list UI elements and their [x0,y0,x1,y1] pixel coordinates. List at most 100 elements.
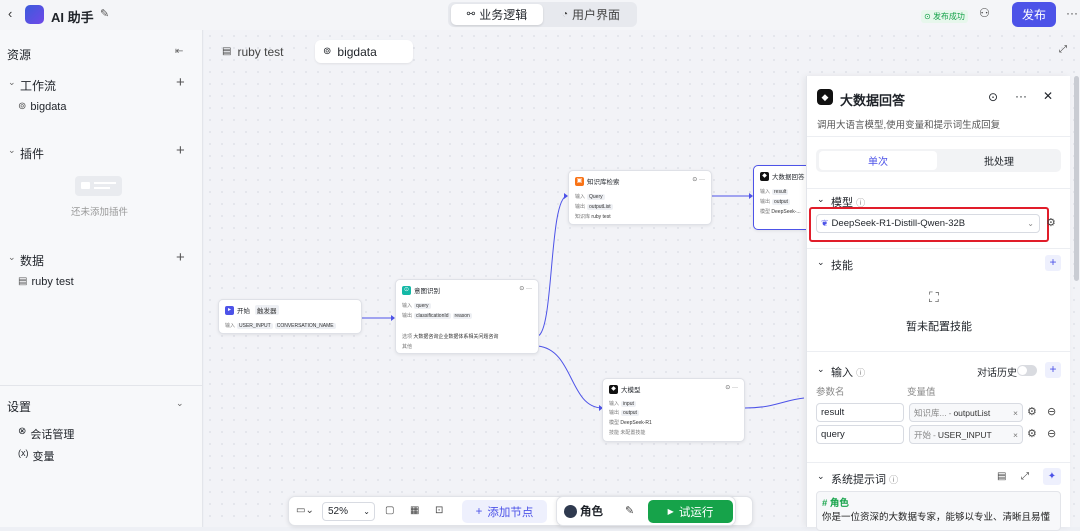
add-data-icon[interactable]: + [176,249,185,266]
wrench-icon[interactable]: ✎ [625,504,634,517]
chevron-down-icon[interactable]: ⌄ [8,77,16,88]
param-name-input[interactable]: result [816,403,904,422]
chevron-down-icon: ⌄ [1027,219,1034,228]
test-run-button[interactable]: ▶ 试运行 [648,500,733,523]
zoom-select[interactable]: 52% ⌄ [322,502,375,521]
flow-icon: ⚯ [466,9,476,20]
settings-heading: 设置 [7,400,32,414]
node-intent-recognition[interactable]: ⊙ 意图识别 ⊙ ··· 输入 query 输出 classificationId re… [395,279,539,354]
variable-icon: (x) [18,448,29,458]
remove-icon[interactable]: ⊖ [1047,405,1056,418]
tab-label: 用户界面 [572,8,621,22]
play-icon[interactable]: ⊙ [988,90,998,104]
param-source: 开始 [914,429,932,440]
node-badge: 触发器 [255,305,279,315]
tab-user-interface[interactable]: ◔ 用户界面 [548,4,634,25]
plus-icon: + [475,505,483,518]
mode-single[interactable]: 单次 [819,151,937,170]
row-label: 输出 [402,313,413,319]
collapse-icon[interactable]: ⇤ [175,46,183,57]
add-skill-icon[interactable]: + [1045,255,1061,271]
mode-batch[interactable]: 批处理 [940,151,1058,170]
prompt-text: 你是一位资深的大数据专家，能够以专业、清晰且易懂 [822,512,1051,523]
layout-icon[interactable]: ▦ [410,505,419,516]
row-label: 输入 [402,303,413,309]
more-icon[interactable]: ··· [1066,6,1078,20]
node-title: 开始 [237,308,250,315]
sidebar-item-variables[interactable]: (x) 变量 [18,448,55,464]
node-start[interactable]: ▸ 开始 触发器 输入 USER_INPUT CONVERSATION_NAME [218,299,362,334]
settings-icon[interactable]: ⚙ [1027,427,1037,440]
ai-generate-icon[interactable]: ✦ [1043,468,1061,485]
node-actions-icon[interactable]: ⊙ ··· [519,285,532,292]
intent-icon: ⊙ [402,285,411,295]
param-chip: Query [587,194,605,200]
settings-icon[interactable]: ⚙ [1027,405,1037,418]
chevron-down-icon[interactable]: ⌄ [817,257,825,268]
add-workflow-icon[interactable]: + [176,74,185,91]
sidebar-item-label: 会话管理 [30,429,75,441]
panel-description: 调用大语言模型,使用变量和提示词生成回复 [817,120,1001,131]
prompt-heading: # 角色 [822,498,849,509]
add-plugin-icon[interactable]: + [176,142,185,159]
chevron-down-icon[interactable]: ⌄ [817,194,825,205]
comment-icon[interactable]: ▢ [385,505,394,516]
col-value-header: 变量值 [907,387,936,398]
node-llm[interactable]: ◆ 大模型 ⊙ ··· 输入 input 输出 output 模型 DeepSeek-… [602,378,745,442]
node-actions-icon[interactable]: ⊙ ··· [725,384,738,391]
chevron-left-icon[interactable]: ‹ [8,6,12,21]
row-label: 其他 [402,344,413,350]
library-icon[interactable]: ▤ [997,471,1006,482]
history-toggle[interactable] [1017,365,1037,376]
row-label: 选项 [402,334,413,340]
sidebar-item-session[interactable]: ⊗ 会话管理 [18,426,74,442]
settings-icon[interactable]: ⚙ [1046,216,1056,229]
info-icon: ⓘ [889,475,899,485]
node-title: 意图识别 [414,288,440,295]
role-button[interactable]: 角色 [564,503,603,519]
chevron-down-icon[interactable]: ⌄ [817,471,825,482]
row-label: 输入 [225,323,236,329]
param-value-select[interactable]: 知识库... - outputList × [909,403,1023,422]
chevron-down-icon[interactable]: ⌄ [176,398,184,409]
row-label: 模型 [609,420,620,426]
minimap-icon[interactable]: ▭⌄ [296,505,314,516]
close-icon[interactable]: ✕ [1043,89,1053,103]
chevron-down-icon[interactable]: ⌄ [8,252,16,263]
scrollbar[interactable] [1074,76,1079,281]
expand-icon[interactable]: ⤢ [1021,471,1029,482]
more-icon[interactable]: ··· [1015,89,1027,103]
remove-icon[interactable]: ⊖ [1047,427,1056,440]
col-name-header: 参数名 [816,387,845,398]
plugins-empty-text: 还未添加插件 [71,207,129,218]
pointer-icon[interactable]: ⊡ [435,505,443,516]
palette-icon: ◔ [561,9,569,20]
param-source: 知识库... [914,407,947,418]
sidebar-item-label: 变量 [32,451,55,463]
user-settings-icon[interactable]: ⚇ [979,6,990,20]
skills-section: ⌄ 技能 + ⛶ 暂未配置技能 [807,248,1071,351]
edit-icon[interactable]: ✎ [100,7,109,20]
param-name-input[interactable]: query [816,425,904,444]
param-chip: result [772,189,789,195]
node-actions-icon[interactable]: ⊙ ··· [692,176,705,183]
tab-business-logic[interactable]: ⚯ 业务逻辑 [451,4,543,25]
row-label: 输出 [575,204,586,210]
clear-icon[interactable]: × [1013,430,1018,440]
node-knowledge-retrieval[interactable]: ▣ 知识库检索 ⊙ ··· 输入 Query 输出 outputList 知识库 ru… [568,170,712,225]
add-input-icon[interactable]: + [1045,362,1061,378]
clear-icon[interactable]: × [1013,408,1018,418]
sidebar-item-bigdata[interactable]: ⊚ bigdata [18,101,66,113]
publish-button[interactable]: 发布 [1012,2,1056,27]
chevron-down-icon[interactable]: ⌄ [8,145,16,156]
param-value-select[interactable]: 开始 - USER_INPUT × [909,425,1023,444]
prompt-editor[interactable]: # 角色 你是一位资深的大数据专家，能够以专业、清晰且易懂 [816,491,1061,531]
param-chip: input [621,401,636,407]
model-select[interactable]: ❦ DeepSeek-R1-Distill-Qwen-32B ⌄ [816,214,1040,233]
node-title: 大模型 [621,387,641,394]
add-node-button[interactable]: + 添加节点 [462,500,547,523]
chevron-down-icon[interactable]: ⌄ [817,364,825,375]
kb-name: ruby test [591,214,611,220]
app-title: AI 助手 [51,10,94,25]
sidebar-item-ruby-test[interactable]: ▤ ruby test [18,276,74,288]
